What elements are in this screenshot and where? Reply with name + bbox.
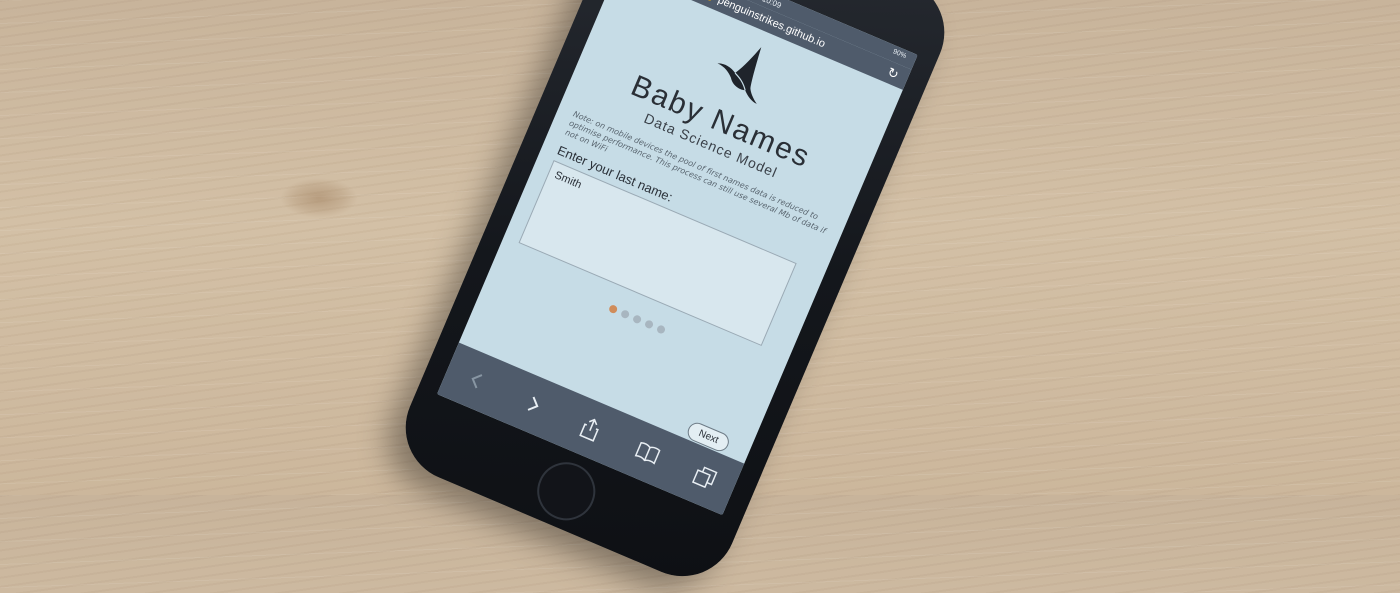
step-dot-active xyxy=(607,303,619,315)
reload-icon[interactable]: ↻ xyxy=(885,64,901,83)
step-dot xyxy=(655,324,667,335)
lock-icon: 🔒 xyxy=(702,0,717,3)
home-button[interactable] xyxy=(528,453,605,530)
smartphone: 10:09 90% 🔒 penguinstrikes.github.io ↻ B… xyxy=(388,0,962,593)
share-icon[interactable] xyxy=(574,412,608,446)
wood-knot xyxy=(280,178,358,218)
step-dot xyxy=(631,314,643,325)
chevron-right-icon[interactable] xyxy=(516,388,550,422)
step-dot xyxy=(619,308,631,320)
book-icon[interactable] xyxy=(631,436,665,470)
tabs-icon[interactable] xyxy=(688,460,722,494)
chevron-left-icon[interactable] xyxy=(459,363,493,397)
step-dot xyxy=(643,319,655,330)
battery-level: 90% xyxy=(891,48,908,61)
phone-screen: 10:09 90% 🔒 penguinstrikes.github.io ↻ B… xyxy=(436,0,918,516)
